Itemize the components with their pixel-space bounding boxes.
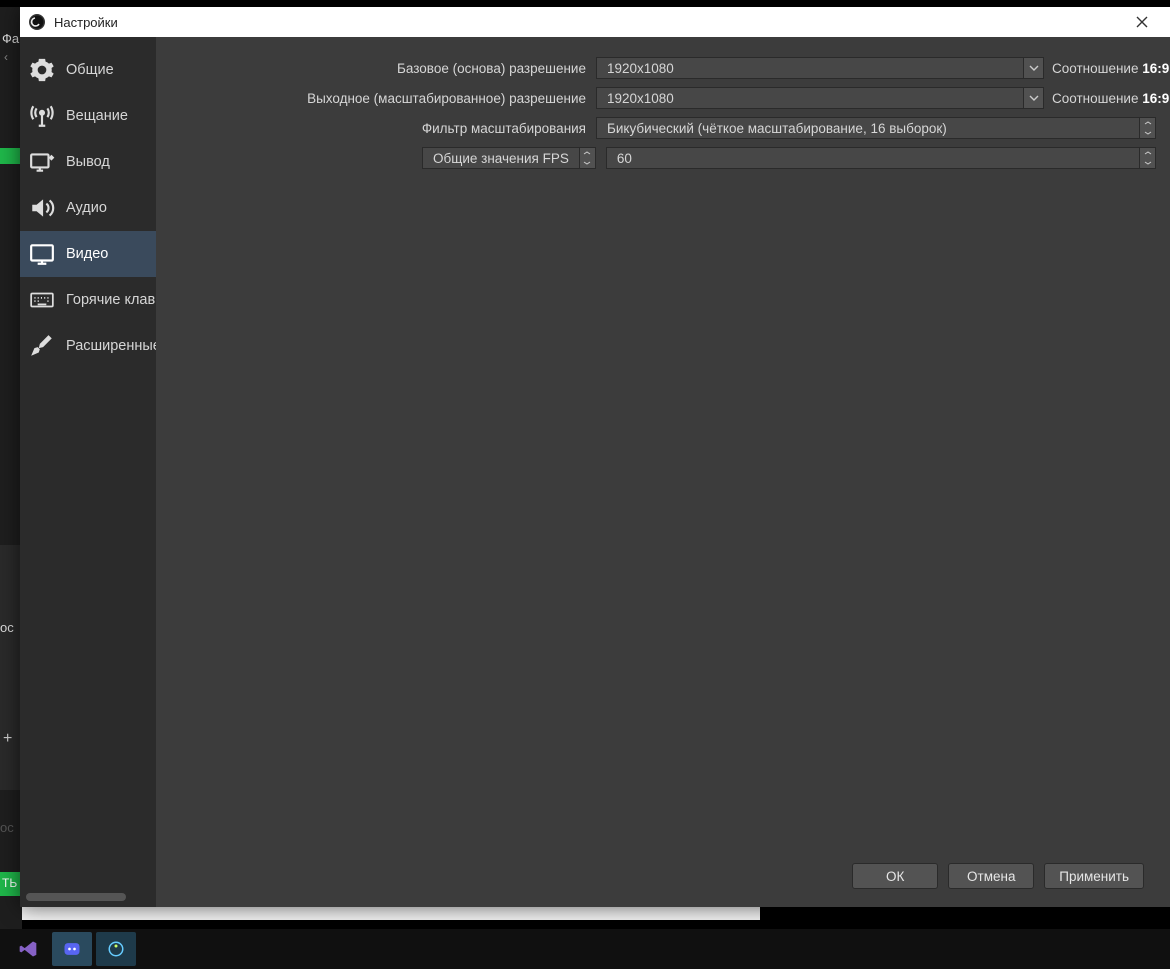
output-resolution-label: Выходное (масштабированное) разрешение — [156, 91, 596, 106]
tools-icon — [28, 332, 56, 360]
chevron-down-icon[interactable] — [1140, 158, 1155, 168]
gear-icon — [28, 56, 56, 84]
sidebar-item-label: Общие — [66, 62, 114, 78]
sidebar-item-label: Расширенные — [66, 338, 156, 354]
video-icon — [28, 240, 56, 268]
output-icon — [28, 148, 56, 176]
taskbar — [0, 929, 1170, 969]
bg-back-arrow: ‹ — [4, 50, 8, 64]
chevron-down-icon[interactable] — [1023, 88, 1043, 108]
fps-value: 60 — [607, 151, 1139, 166]
sidebar-item-hotkeys[interactable]: Горячие клавиши — [20, 277, 156, 323]
downscale-filter-label: Фильтр масштабирования — [156, 121, 596, 136]
sidebar-item-label: Видео — [66, 246, 108, 262]
bg-text-fa: Фа — [2, 31, 19, 46]
chevron-up-icon[interactable] — [1140, 148, 1155, 158]
dialog-buttons: ОК Отмена Применить — [156, 855, 1156, 897]
base-resolution-value: 1920x1080 — [597, 61, 1023, 76]
base-resolution-label: Базовое (основа) разрешение — [156, 61, 596, 76]
bg-plus: + — [3, 730, 12, 748]
base-resolution-combo[interactable]: 1920x1080 — [596, 57, 1044, 79]
background-green — [0, 148, 22, 164]
sidebar-scrollbar[interactable] — [26, 893, 126, 901]
close-button[interactable] — [1122, 7, 1162, 37]
chevron-down-icon[interactable] — [1023, 58, 1043, 78]
base-aspect-label: Соотношение 16:9 — [1044, 61, 1156, 76]
spin-buttons[interactable] — [579, 148, 595, 168]
spin-buttons[interactable] — [1139, 148, 1155, 168]
chevron-up-icon[interactable] — [580, 148, 595, 158]
sidebar-item-label: Вещание — [66, 108, 128, 124]
sidebar-item-stream[interactable]: Вещание — [20, 93, 156, 139]
background-green2: ТЬ — [0, 872, 22, 896]
spin-buttons[interactable] — [1139, 118, 1155, 138]
taskbar-item-visualstudio[interactable] — [8, 932, 48, 966]
fps-mode-value: Общие значения FPS — [423, 151, 579, 166]
taskbar-item-discord[interactable] — [52, 932, 92, 966]
sidebar-item-label: Горячие клавиши — [66, 292, 156, 308]
broadcast-icon — [28, 102, 56, 130]
apply-button[interactable]: Применить — [1044, 863, 1144, 889]
background-dark — [0, 545, 22, 790]
bg-text-os: ос — [0, 620, 14, 635]
sidebar-item-video[interactable]: Видео — [20, 231, 156, 277]
obs-logo-icon — [28, 13, 46, 31]
sidebar-item-label: Вывод — [66, 154, 110, 170]
output-aspect-label: Соотношение 16:9 — [1044, 91, 1156, 106]
window-title: Настройки — [54, 15, 118, 30]
output-resolution-combo[interactable]: 1920x1080 — [596, 87, 1044, 109]
taskbar-item-app[interactable] — [96, 932, 136, 966]
bg-text-os2: ос — [0, 820, 14, 835]
sidebar-item-audio[interactable]: Аудио — [20, 185, 156, 231]
ok-button[interactable]: ОК — [852, 863, 938, 889]
sidebar-item-label: Аудио — [66, 200, 107, 216]
chevron-down-icon[interactable] — [1140, 128, 1155, 138]
fps-mode-combo[interactable]: Общие значения FPS — [422, 147, 596, 169]
cancel-button[interactable]: Отмена — [948, 863, 1034, 889]
sidebar-item-general[interactable]: Общие — [20, 47, 156, 93]
chevron-down-icon[interactable] — [580, 158, 595, 168]
sidebar-item-advanced[interactable]: Расширенные — [20, 323, 156, 369]
audio-icon — [28, 194, 56, 222]
downscale-filter-value: Бикубический (чёткое масштабирование, 16… — [597, 121, 1139, 136]
output-resolution-value: 1920x1080 — [597, 91, 1023, 106]
sidebar-item-output[interactable]: Вывод — [20, 139, 156, 185]
settings-window: Настройки Общие Вещание — [20, 7, 1170, 907]
chevron-up-icon[interactable] — [1140, 118, 1155, 128]
titlebar: Настройки — [20, 7, 1170, 37]
keyboard-icon — [28, 286, 56, 314]
downscale-filter-combo[interactable]: Бикубический (чёткое масштабирование, 16… — [596, 117, 1156, 139]
sidebar: Общие Вещание Вывод — [20, 37, 156, 907]
fps-value-combo[interactable]: 60 — [606, 147, 1156, 169]
